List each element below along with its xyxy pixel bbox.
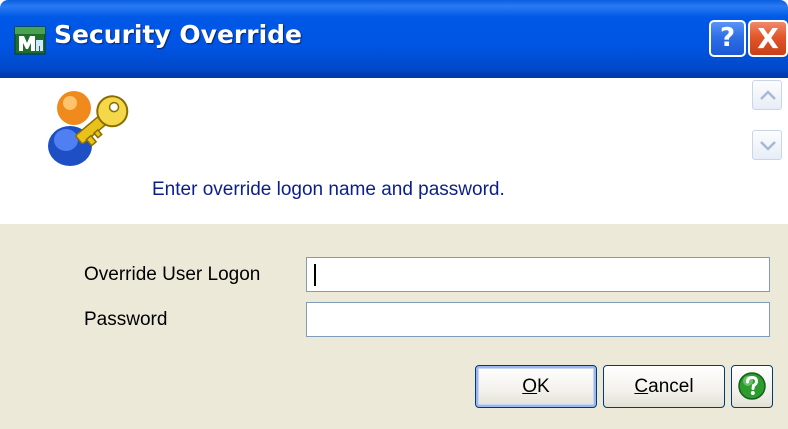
ok-label-rest: K [537, 376, 550, 397]
cancel-mnemonic: C [634, 376, 649, 397]
scroll-down-button[interactable] [752, 130, 782, 160]
app-m-icon [14, 26, 46, 55]
cancel-label-rest: ancel [648, 376, 694, 397]
window-title: Security Override [54, 20, 303, 49]
ok-button[interactable]: OK [475, 365, 597, 408]
header-panel: Enter override logon name and password. [0, 78, 788, 224]
user-key-icon [48, 91, 129, 166]
title-close-button[interactable]: X [748, 20, 788, 57]
security-override-dialog: Security Override ? X Enter override log… [0, 0, 788, 429]
title-bar[interactable]: Security Override ? X [0, 0, 788, 78]
chevron-down-icon [760, 141, 776, 151]
password-input[interactable] [306, 302, 770, 337]
form-panel: Override User Logon Password OK Cancel [0, 224, 788, 429]
help-button[interactable] [731, 365, 773, 408]
scroll-up-button[interactable] [752, 80, 782, 110]
title-help-button[interactable]: ? [709, 20, 746, 57]
override-user-logon-label: Override User Logon [84, 264, 261, 285]
password-label: Password [84, 309, 168, 330]
cancel-button[interactable]: Cancel [603, 365, 725, 408]
header-scrollbar[interactable] [752, 80, 782, 160]
help-circle-icon [738, 372, 766, 400]
instruction-text: Enter override logon name and password. [152, 179, 505, 200]
text-cursor [314, 264, 316, 286]
ok-mnemonic: O [522, 376, 538, 397]
chevron-up-icon [760, 90, 776, 100]
override-user-logon-input[interactable] [306, 257, 770, 292]
